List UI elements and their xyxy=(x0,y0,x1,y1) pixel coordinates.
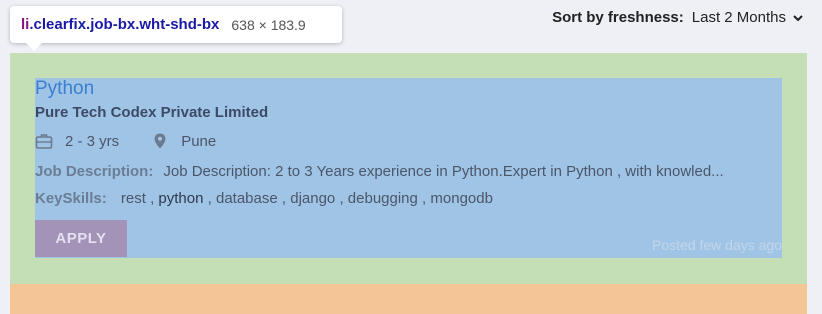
job-title-link[interactable]: Python xyxy=(35,78,94,100)
job-meta: 2 - 3 yrs Pune xyxy=(35,132,216,150)
job-card: Python Pure Tech Codex Private Limited 2… xyxy=(35,78,782,258)
chevron-down-icon[interactable] xyxy=(792,12,804,24)
sort-label: Sort by freshness: xyxy=(552,9,684,26)
apply-button[interactable]: APPLY xyxy=(35,220,127,257)
inspector-class-selector: .clearfix.job-bx.wht-shd-bx xyxy=(29,16,220,33)
description-label: Job Description: xyxy=(35,163,154,180)
skill-item: python xyxy=(158,190,204,207)
job-description-row: Job Description: Job Description: 2 to 3 … xyxy=(35,163,782,180)
sort-value[interactable]: Last 2 Months xyxy=(692,9,786,26)
company-name[interactable]: Pure Tech Codex Private Limited xyxy=(35,104,268,121)
posted-time: Posted few days ago xyxy=(652,237,782,253)
skill-item: debugging xyxy=(347,190,418,207)
skill-item: database xyxy=(215,190,278,207)
skill-item: django xyxy=(290,190,336,207)
element-inspector-tooltip: li .clearfix.job-bx.wht-shd-bx 638 × 183.… xyxy=(10,6,342,51)
experience-text: 2 - 3 yrs xyxy=(65,132,120,150)
description-text: Job Description: 2 to 3 Years experience… xyxy=(163,163,724,180)
briefcase-icon xyxy=(35,134,53,149)
location-text: Pune xyxy=(181,132,217,150)
next-job-card-margin-highlight xyxy=(10,284,807,314)
key-skills-row: KeySkills: rest , python , database , dj… xyxy=(35,190,493,207)
location-pin-icon xyxy=(154,133,166,149)
inspector-size: 638 × 183.9 xyxy=(231,16,306,33)
skill-item: rest xyxy=(120,190,146,207)
skills-label: KeySkills: xyxy=(35,190,107,207)
sort-dropdown[interactable]: Sort by freshness: Last 2 Months xyxy=(552,9,804,26)
inspector-tag: li xyxy=(21,16,30,33)
skill-item: mongodb xyxy=(430,190,493,207)
